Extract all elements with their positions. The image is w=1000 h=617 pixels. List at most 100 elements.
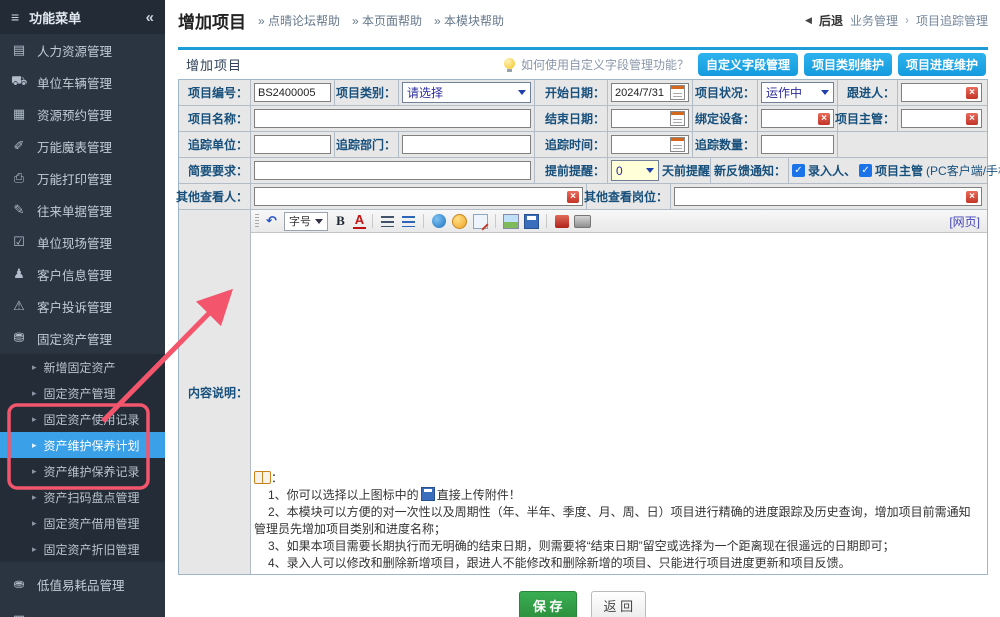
form-cell <box>251 132 335 157</box>
category-maintain-button[interactable]: 项目类别维护 <box>804 53 892 76</box>
clear-icon[interactable]: × <box>966 191 978 203</box>
form-row: 追踪单位： 追踪部门： 追踪时间： 追踪数量： <box>179 132 987 158</box>
sidebar-subitem-scan-inventory[interactable]: ▸资产扫码盘点管理 <box>0 484 165 510</box>
sidebar-item-print[interactable]: ⎙万能打印管理 <box>0 162 165 194</box>
notify-entry-label: 录入人、 <box>808 162 856 179</box>
sidebar-item-complaints[interactable]: ⚠客户投诉管理 <box>0 290 165 322</box>
back-button[interactable]: 后退 <box>819 12 843 29</box>
save-button[interactable]: 保 存 <box>519 591 577 617</box>
editor-empty-space[interactable] <box>251 233 987 470</box>
calendar-icon[interactable] <box>670 85 685 100</box>
other-post-input[interactable]: × <box>674 187 982 206</box>
sidebar-item-magic-report[interactable]: ✐万能魔表管理 <box>0 130 165 162</box>
sidebar-subitem-depreciation[interactable]: ▸固定资产折旧管理 <box>0 536 165 562</box>
manager-input[interactable]: × <box>901 109 982 128</box>
sidebar-subitem-label: 资产扫码盘点管理 <box>44 489 140 506</box>
form-cell: 运作中 <box>758 80 838 105</box>
calendar-icon[interactable] <box>670 111 685 126</box>
clear-icon[interactable]: × <box>966 113 978 125</box>
start-date-label: 开始日期： <box>535 80 608 105</box>
editor-content-area[interactable]: ： 1、你可以选择以上图标中的直接上传附件！ 2、本模块可以方便的对一次性以及周… <box>251 233 987 574</box>
sidebar-item-label: 客户投诉管理 <box>37 297 112 316</box>
help-line1-suffix: 直接上传附件！ <box>437 488 521 502</box>
triangle-right-icon: ▸ <box>32 388 37 399</box>
help-links: » 点晴论坛帮助 » 本页面帮助 » 本模块帮助 <box>258 12 504 29</box>
notify-manager-note: (PC客户端/手机) <box>926 162 1000 179</box>
clear-icon[interactable]: × <box>818 113 830 125</box>
sidebar-subitem-maintenance-plan[interactable]: ▸资产维护保养计划 <box>0 432 165 458</box>
forum-help-link[interactable]: » 点晴论坛帮助 <box>258 12 340 29</box>
sidebar-subitem-asset-borrow[interactable]: ▸固定资产借用管理 <box>0 510 165 536</box>
follower-input[interactable]: × <box>901 83 982 102</box>
other-viewer-input[interactable]: × <box>254 187 583 206</box>
module-help-link[interactable]: » 本模块帮助 <box>434 12 504 29</box>
notify-entry-checkbox[interactable]: ✓ <box>792 164 805 177</box>
webpage-mode-link[interactable]: [网页] <box>949 213 980 230</box>
undo-icon[interactable]: ↶ <box>263 213 280 230</box>
track-time-input[interactable] <box>611 135 689 154</box>
sidebar-subitem-add-asset[interactable]: ▸新增固定资产 <box>0 354 165 380</box>
device-input[interactable]: × <box>761 109 834 128</box>
upload-attachment-icon[interactable] <box>523 213 540 230</box>
sidebar-item-documents[interactable]: ✎往来单据管理 <box>0 194 165 226</box>
sidebar-item-hr[interactable]: ▤人力资源管理 <box>0 34 165 66</box>
sidebar-item-partial[interactable]: ▥ <box>0 604 165 617</box>
return-button[interactable]: 返 回 <box>591 591 647 617</box>
font-color-icon[interactable]: A <box>353 214 366 229</box>
breadcrumb-current[interactable]: 项目追踪管理 <box>916 12 988 29</box>
calendar-icon[interactable] <box>670 137 685 152</box>
media-icon[interactable] <box>553 213 570 230</box>
sidebar-header[interactable]: ≡ 功能菜单 « <box>0 0 165 34</box>
sidebar-item-site[interactable]: ☑单位现场管理 <box>0 226 165 258</box>
clear-icon[interactable]: × <box>567 191 579 203</box>
font-size-select[interactable]: 字号 <box>284 212 328 231</box>
status-select[interactable]: 运作中 <box>761 82 834 103</box>
insert-image-icon[interactable] <box>502 213 519 230</box>
sidebar-item-vehicle[interactable]: ⛟单位车辆管理 <box>0 66 165 98</box>
align-icon[interactable] <box>379 213 396 230</box>
end-date-input[interactable] <box>611 109 689 128</box>
project-no-input[interactable]: BS2400005 <box>254 83 331 102</box>
media-shape <box>555 215 569 228</box>
brief-input[interactable] <box>254 161 531 180</box>
id-card-icon: ▤ <box>11 42 27 58</box>
sidebar-item-resource-booking[interactable]: ▦资源预约管理 <box>0 98 165 130</box>
category-select[interactable]: 请选择 <box>402 82 531 103</box>
help-line-4: 4、录入人可以修改和删除新增项目，跟进人不能修改和删除新增的项目、只能进行项目进… <box>254 555 981 572</box>
track-unit-input[interactable] <box>254 135 331 154</box>
clear-icon[interactable]: × <box>966 87 978 99</box>
project-name-input[interactable] <box>254 109 531 128</box>
chevron-down-icon <box>518 90 526 95</box>
custom-field-manage-button[interactable]: 自定义字段管理 <box>698 53 798 76</box>
table-edit-icon[interactable] <box>472 213 489 230</box>
sidebar-subitem-maintenance-record[interactable]: ▸资产维护保养记录 <box>0 458 165 484</box>
notify-manager-checkbox[interactable]: ✓ <box>859 164 872 177</box>
clipped-icon: ▥ <box>11 612 27 617</box>
list-icon[interactable] <box>400 213 417 230</box>
emoticon-icon[interactable] <box>451 213 468 230</box>
progress-maintain-button[interactable]: 项目进度维护 <box>898 53 986 76</box>
collapse-sidebar-icon[interactable]: « <box>146 9 154 26</box>
status-label: 项目状况： <box>693 80 758 105</box>
remind-label: 提前提醒： <box>535 158 608 183</box>
start-date-input[interactable]: 2024/7/31 <box>611 83 689 102</box>
sidebar-item-customer-info[interactable]: ♟客户信息管理 <box>0 258 165 290</box>
track-dept-input[interactable] <box>402 135 531 154</box>
sidebar-item-consumables[interactable]: ⛂低值易耗品管理 <box>0 568 165 600</box>
breadcrumb-parent[interactable]: 业务管理 <box>850 12 898 29</box>
bold-icon[interactable]: B <box>332 213 349 230</box>
sidebar-subitem-asset-mgmt[interactable]: ▸固定资产管理 <box>0 380 165 406</box>
remind-days-select[interactable]: 0 <box>611 160 659 181</box>
editor-toolbar: ↶ 字号 B A <box>251 210 987 233</box>
panel-header: 增加项目 如何使用自定义字段管理功能？ 自定义字段管理 项目类别维护 项目进度维… <box>178 50 988 79</box>
image-shape <box>503 214 519 229</box>
track-qty-input[interactable] <box>761 135 834 154</box>
screenshot-icon[interactable] <box>574 213 591 230</box>
sidebar-subitem-asset-usage-record[interactable]: ▸固定资产使用记录 <box>0 406 165 432</box>
page-help-link[interactable]: » 本页面帮助 <box>352 12 422 29</box>
custom-field-help-link[interactable]: 如何使用自定义字段管理功能？ <box>521 56 689 73</box>
form-cell: ✓ 录入人、 ✓ 项目主管 (PC客户端/手机) <box>789 158 985 183</box>
toolbar-grip-icon[interactable] <box>255 214 259 228</box>
link-globe-icon[interactable] <box>430 213 447 230</box>
sidebar-item-fixed-assets[interactable]: ⛃固定资产管理 <box>0 322 165 354</box>
